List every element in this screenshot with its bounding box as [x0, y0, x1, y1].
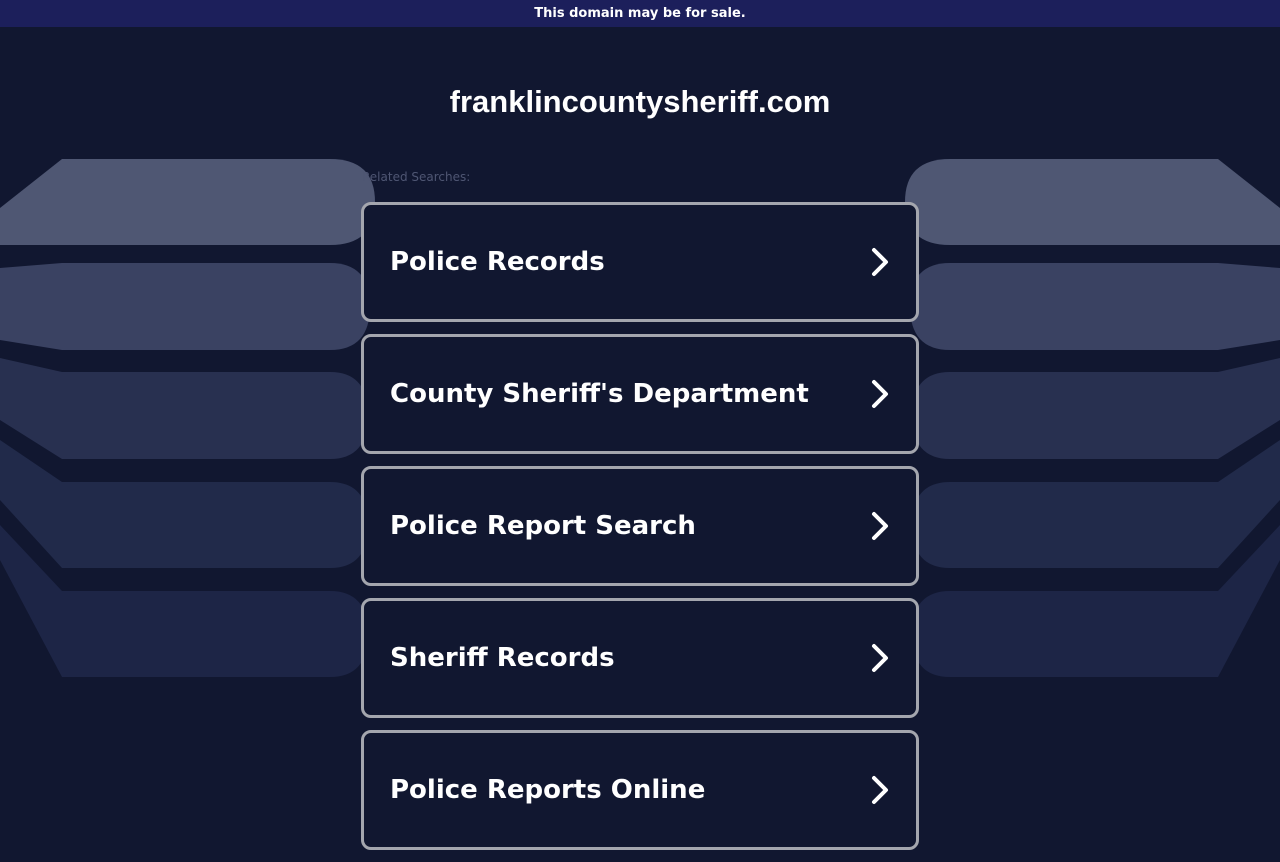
search-result-link[interactable]: Police Records — [361, 202, 919, 322]
left-band-2 — [0, 263, 370, 350]
search-result-label: Police Report Search — [390, 511, 696, 541]
left-band-1 — [0, 159, 375, 245]
search-result-label: Sheriff Records — [390, 643, 615, 673]
domain-title: franklincountysheriff.com — [449, 84, 831, 119]
for-sale-banner-text[interactable]: This domain may be for sale. — [534, 6, 745, 21]
search-result-label: Police Records — [390, 247, 605, 277]
related-searches-list: Police Records County Sheriff's Departme… — [361, 202, 919, 862]
left-band-3 — [0, 358, 368, 459]
chevron-right-icon — [872, 512, 888, 540]
search-result-link[interactable]: Sheriff Records — [361, 598, 919, 718]
right-band-1 — [905, 159, 1280, 245]
chevron-right-icon — [872, 248, 888, 276]
related-searches-label: Related Searches: — [362, 170, 471, 184]
search-result-link[interactable]: Police Report Search — [361, 466, 919, 586]
for-sale-banner[interactable]: This domain may be for sale. — [0, 0, 1280, 27]
chevron-right-icon — [872, 380, 888, 408]
chevron-right-icon — [872, 776, 888, 804]
right-band-4 — [912, 440, 1280, 568]
search-result-link[interactable]: Police Reports Online — [361, 730, 919, 850]
search-result-link[interactable]: County Sheriff's Department — [361, 334, 919, 454]
right-band-2 — [910, 263, 1280, 350]
chevron-right-icon — [872, 644, 888, 672]
search-result-label: Police Reports Online — [390, 775, 706, 805]
search-result-label: County Sheriff's Department — [390, 379, 809, 409]
right-band-3 — [912, 358, 1280, 459]
left-band-4 — [0, 440, 368, 568]
